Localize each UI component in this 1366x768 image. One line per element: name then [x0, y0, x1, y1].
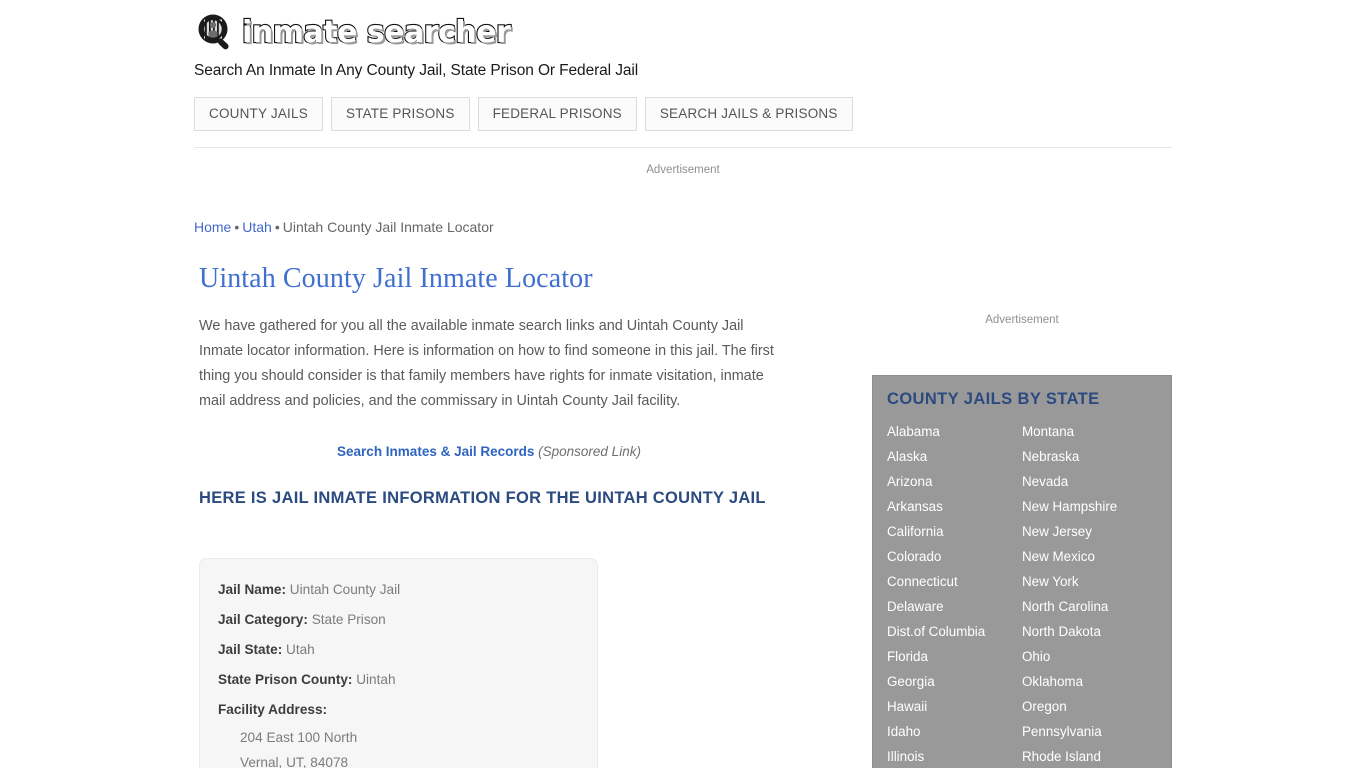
jail-info-box: Jail Name: Uintah County Jail Jail Categ… — [199, 558, 598, 768]
sidebar-item-oregon[interactable]: Oregon — [1022, 694, 1157, 719]
main-nav: COUNTY JAILS STATE PRISONS FEDERAL PRISO… — [194, 97, 853, 131]
info-row-state-prison-county: State Prison County: Uintah — [218, 665, 579, 695]
logo[interactable]: inmate searcher — [194, 10, 1174, 56]
breadcrumb-state[interactable]: Utah — [242, 219, 272, 235]
nav-item-state-prisons[interactable]: STATE PRISONS — [330, 97, 470, 131]
sidebar-item-delaware[interactable]: Delaware — [887, 594, 1022, 619]
sidebar-item-california[interactable]: California — [887, 519, 1022, 544]
sidebar-item-georgia[interactable]: Georgia — [887, 669, 1022, 694]
sponsored-link-row: Search Inmates & Jail Records (Sponsored… — [199, 444, 779, 459]
sidebar-item-north-dakota[interactable]: North Dakota — [1022, 619, 1157, 644]
breadcrumb-current: Uintah County Jail Inmate Locator — [282, 219, 494, 235]
info-row-jail-name: Jail Name: Uintah County Jail — [218, 575, 579, 605]
sidebar-item-nebraska[interactable]: Nebraska — [1022, 444, 1157, 469]
state-links-grid: Alabama Montana Alaska Nebraska Arizona … — [887, 419, 1157, 768]
logo-text: inmate searcher — [241, 14, 512, 51]
info-label-state-prison-county: State Prison County: — [218, 672, 353, 687]
info-label-facility-address: Facility Address: — [218, 702, 328, 717]
sidebar-item-new-mexico[interactable]: New Mexico — [1022, 544, 1157, 569]
sidebar-item-hawaii[interactable]: Hawaii — [887, 694, 1022, 719]
sidebar-item-alaska[interactable]: Alaska — [887, 444, 1022, 469]
sidebar-item-new-hampshire[interactable]: New Hampshire — [1022, 494, 1157, 519]
intro-paragraph: We have gathered for you all the availab… — [199, 317, 774, 409]
sidebar-item-arizona[interactable]: Arizona — [887, 469, 1022, 494]
info-label-jail-state: Jail State: — [218, 642, 283, 657]
sidebar-item-dist-of-columbia[interactable]: Dist.of Columbia — [887, 619, 1022, 644]
info-row-jail-state: Jail State: Utah — [218, 635, 579, 665]
sidebar-county-jails-by-state: COUNTY JAILS BY STATE Alabama Montana Al… — [872, 375, 1172, 768]
sidebar-item-oklahoma[interactable]: Oklahoma — [1022, 669, 1157, 694]
info-label-jail-name: Jail Name: — [218, 582, 287, 597]
facility-address-line-1: 204 East 100 North — [240, 730, 358, 745]
ad-label-right: Advertisement — [985, 314, 1059, 326]
nav-item-search-jails-prisons[interactable]: SEARCH JAILS & PRISONS — [644, 97, 853, 131]
sidebar-item-new-jersey[interactable]: New Jersey — [1022, 519, 1157, 544]
sidebar-title: COUNTY JAILS BY STATE — [887, 390, 1100, 408]
sidebar-item-colorado[interactable]: Colorado — [887, 544, 1022, 569]
breadcrumb-separator-1: • — [234, 219, 240, 235]
sidebar-item-pennsylvania[interactable]: Pennsylvania — [1022, 719, 1157, 744]
ad-label-top: Advertisement — [646, 164, 720, 176]
sidebar-item-rhode-island[interactable]: Rhode Island — [1022, 744, 1157, 768]
site-tagline: Search An Inmate In Any County Jail, Sta… — [194, 62, 639, 79]
sidebar-item-connecticut[interactable]: Connecticut — [887, 569, 1022, 594]
sidebar-item-alabama[interactable]: Alabama — [887, 419, 1022, 444]
sidebar-item-north-carolina[interactable]: North Carolina — [1022, 594, 1157, 619]
info-value-jail-name: Uintah County Jail — [289, 582, 401, 597]
magnifier-prison-icon — [194, 11, 238, 55]
sidebar-item-ohio[interactable]: Ohio — [1022, 644, 1157, 669]
page-root: inmate searcher Search An Inmate In Any … — [0, 0, 1366, 768]
sidebar-item-montana[interactable]: Montana — [1022, 419, 1157, 444]
info-value-jail-state: Utah — [286, 642, 315, 657]
sponsored-note: (Sponsored Link) — [538, 443, 641, 459]
info-value-state-prison-county: Uintah — [356, 672, 396, 687]
sidebar-item-arkansas[interactable]: Arkansas — [887, 494, 1022, 519]
section-heading: HERE IS JAIL INMATE INFORMATION FOR THE … — [199, 488, 766, 507]
page-title: Uintah County Jail Inmate Locator — [199, 263, 593, 294]
nav-item-federal-prisons[interactable]: FEDERAL PRISONS — [477, 97, 637, 131]
sidebar-item-idaho[interactable]: Idaho — [887, 719, 1022, 744]
breadcrumb-home[interactable]: Home — [194, 219, 231, 235]
info-row-jail-category: Jail Category: State Prison — [218, 605, 579, 635]
facility-address-line-2: Vernal, UT, 84078 — [240, 755, 349, 768]
nav-item-county-jails[interactable]: COUNTY JAILS — [194, 97, 323, 131]
sidebar-item-new-york[interactable]: New York — [1022, 569, 1157, 594]
sponsored-link[interactable]: Search Inmates & Jail Records — [337, 444, 534, 459]
info-value-jail-category: State Prison — [311, 612, 386, 627]
sidebar-item-illinois[interactable]: Illinois — [887, 744, 1022, 768]
main-content: Uintah County Jail Inmate Locator We hav… — [199, 262, 799, 524]
info-row-facility-address: Facility Address: — [218, 695, 579, 725]
site-header: inmate searcher Search An Inmate In Any … — [194, 10, 1174, 80]
sidebar-item-florida[interactable]: Florida — [887, 644, 1022, 669]
header-divider — [194, 147, 1172, 148]
info-label-jail-category: Jail Category: — [218, 612, 308, 627]
breadcrumb: Home • Utah • Uintah County Jail Inmate Loca… — [194, 219, 494, 235]
sidebar-item-nevada[interactable]: Nevada — [1022, 469, 1157, 494]
breadcrumb-separator-2: • — [274, 219, 280, 235]
